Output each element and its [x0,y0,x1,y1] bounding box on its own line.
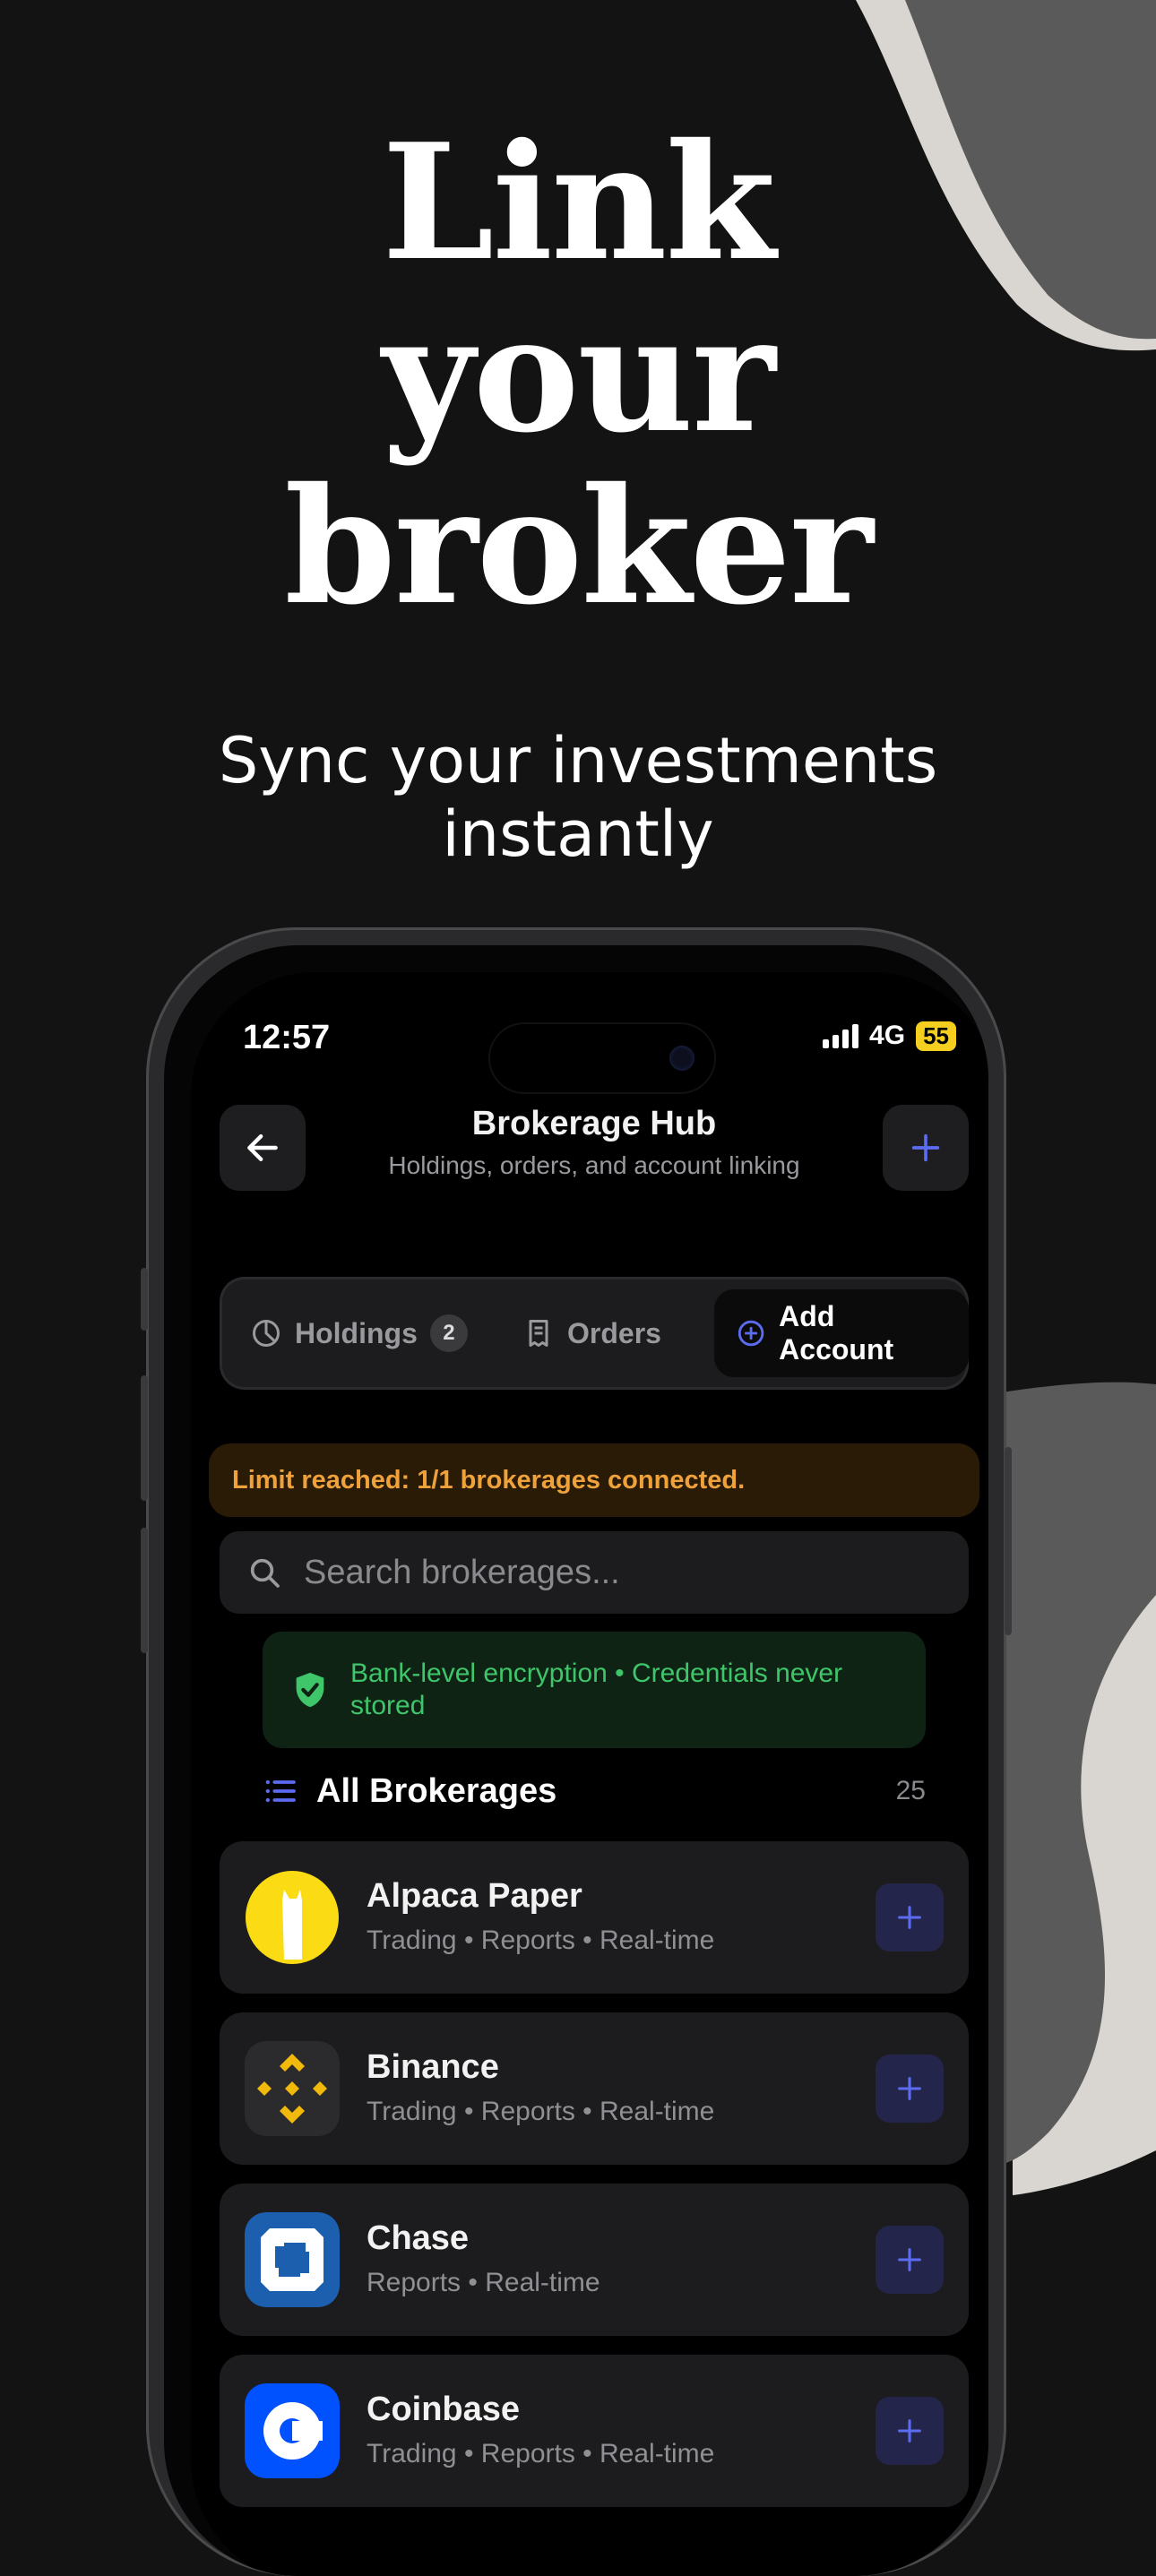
phone-bezel: 12:57 4G 55 Brokerage Hub Holdings, orde… [164,945,988,2576]
chase-logo [245,2212,340,2307]
volume-down-button [141,1528,148,1653]
brokerage-card-binance[interactable]: Binance Trading • Reports • Real-time [220,2012,969,2165]
plus-icon [898,2248,921,2271]
tab-label: Add Account [779,1300,894,1366]
binance-logo [245,2041,340,2136]
search-icon [250,1558,280,1588]
page-subtitle: Holdings, orders, and account linking [388,1151,800,1179]
tab-bar: Holdings 2 Orders Add Account [220,1277,969,1390]
tab-label: Holdings [295,1316,418,1349]
brokerage-capabilities: Trading • Reports • Real-time [367,1926,715,1955]
connect-button[interactable] [876,1883,944,1951]
limit-alert: Limit reached: 1/1 brokerages connected. [209,1443,979,1517]
plus-icon [898,1906,921,1929]
dynamic-island [490,1024,714,1092]
brokerage-capabilities: Trading • Reports • Real-time [367,2097,715,2126]
add-broker-button[interactable] [883,1105,969,1191]
search-input[interactable] [302,1552,915,1593]
connect-button[interactable] [876,2226,944,2294]
headline-line: Link [382,108,776,296]
shield-check-icon [296,1672,324,1708]
section-count: 25 [895,1776,926,1805]
plus-circle-icon [738,1320,764,1347]
security-note: Bank-level encryption • Credentials neve… [263,1632,926,1748]
connect-button[interactable] [876,2397,944,2465]
brokerage-capabilities: Trading • Reports • Real-time [367,2439,715,2468]
brokerage-name: Alpaca Paper [367,1877,582,1915]
network-label: 4G [869,1021,906,1050]
tab-label: Orders [567,1316,661,1349]
tab-add-account[interactable]: Add Account [714,1289,969,1377]
section-title: All Brokerages [316,1771,557,1810]
receipt-icon [529,1320,548,1347]
brokerage-name: Binance [367,2048,499,2086]
alert-text: Limit reached: 1/1 brokerages connected. [232,1465,746,1495]
status-time: 12:57 [243,1019,331,1056]
side-button [141,1268,148,1331]
brokerage-name: Coinbase [367,2391,521,2428]
phone-frame: 12:57 4G 55 Brokerage Hub Holdings, orde… [141,927,1012,2576]
section-header: All Brokerages 25 [263,1764,926,1818]
brokerage-card-chase[interactable]: Chase Reports • Real-time [220,2184,969,2336]
subheadline-line: Sync your investments [218,724,938,797]
holdings-count-badge: 2 [429,1314,468,1352]
promo-subheadline: Sync your investments instantly [0,724,1156,871]
brokerage-card-alpaca[interactable]: Alpaca Paper Trading • Reports • Real-ti… [220,1841,969,1994]
search-bar [220,1531,969,1614]
brokerage-capabilities: Reports • Real-time [367,2268,600,2297]
connect-button[interactable] [876,2055,944,2123]
pie-chart-icon [253,1320,280,1347]
signal-icon [823,1023,859,1048]
volume-up-button [141,1375,148,1501]
coinbase-logo [245,2383,340,2478]
plus-icon [911,1133,940,1162]
battery-icon: 55 [916,1021,956,1051]
headline-line: broker [284,452,873,640]
plus-icon [898,2419,921,2442]
tab-orders[interactable]: Orders [522,1289,661,1377]
promo-headline: Link your broker [0,116,1156,633]
app-screen: 12:57 4G 55 Brokerage Hub Holdings, orde… [191,972,988,2576]
status-indicators: 4G 55 [823,1021,956,1051]
headline-line: your [382,280,775,468]
tab-holdings[interactable]: Holdings 2 [250,1289,468,1377]
list-icon [265,1779,296,1803]
brokerage-name: Chase [367,2219,470,2257]
power-button [1005,1447,1012,1635]
camera-icon [669,1046,694,1071]
brokerage-card-coinbase[interactable]: Coinbase Trading • Reports • Real-time [220,2355,969,2507]
subheadline-line: instantly [442,797,714,871]
page-title: Brokerage Hub [471,1105,717,1142]
alpaca-logo [245,1870,340,1965]
security-text: Bank-level encryption • Credentials neve… [350,1658,843,1720]
plus-icon [898,2077,921,2100]
